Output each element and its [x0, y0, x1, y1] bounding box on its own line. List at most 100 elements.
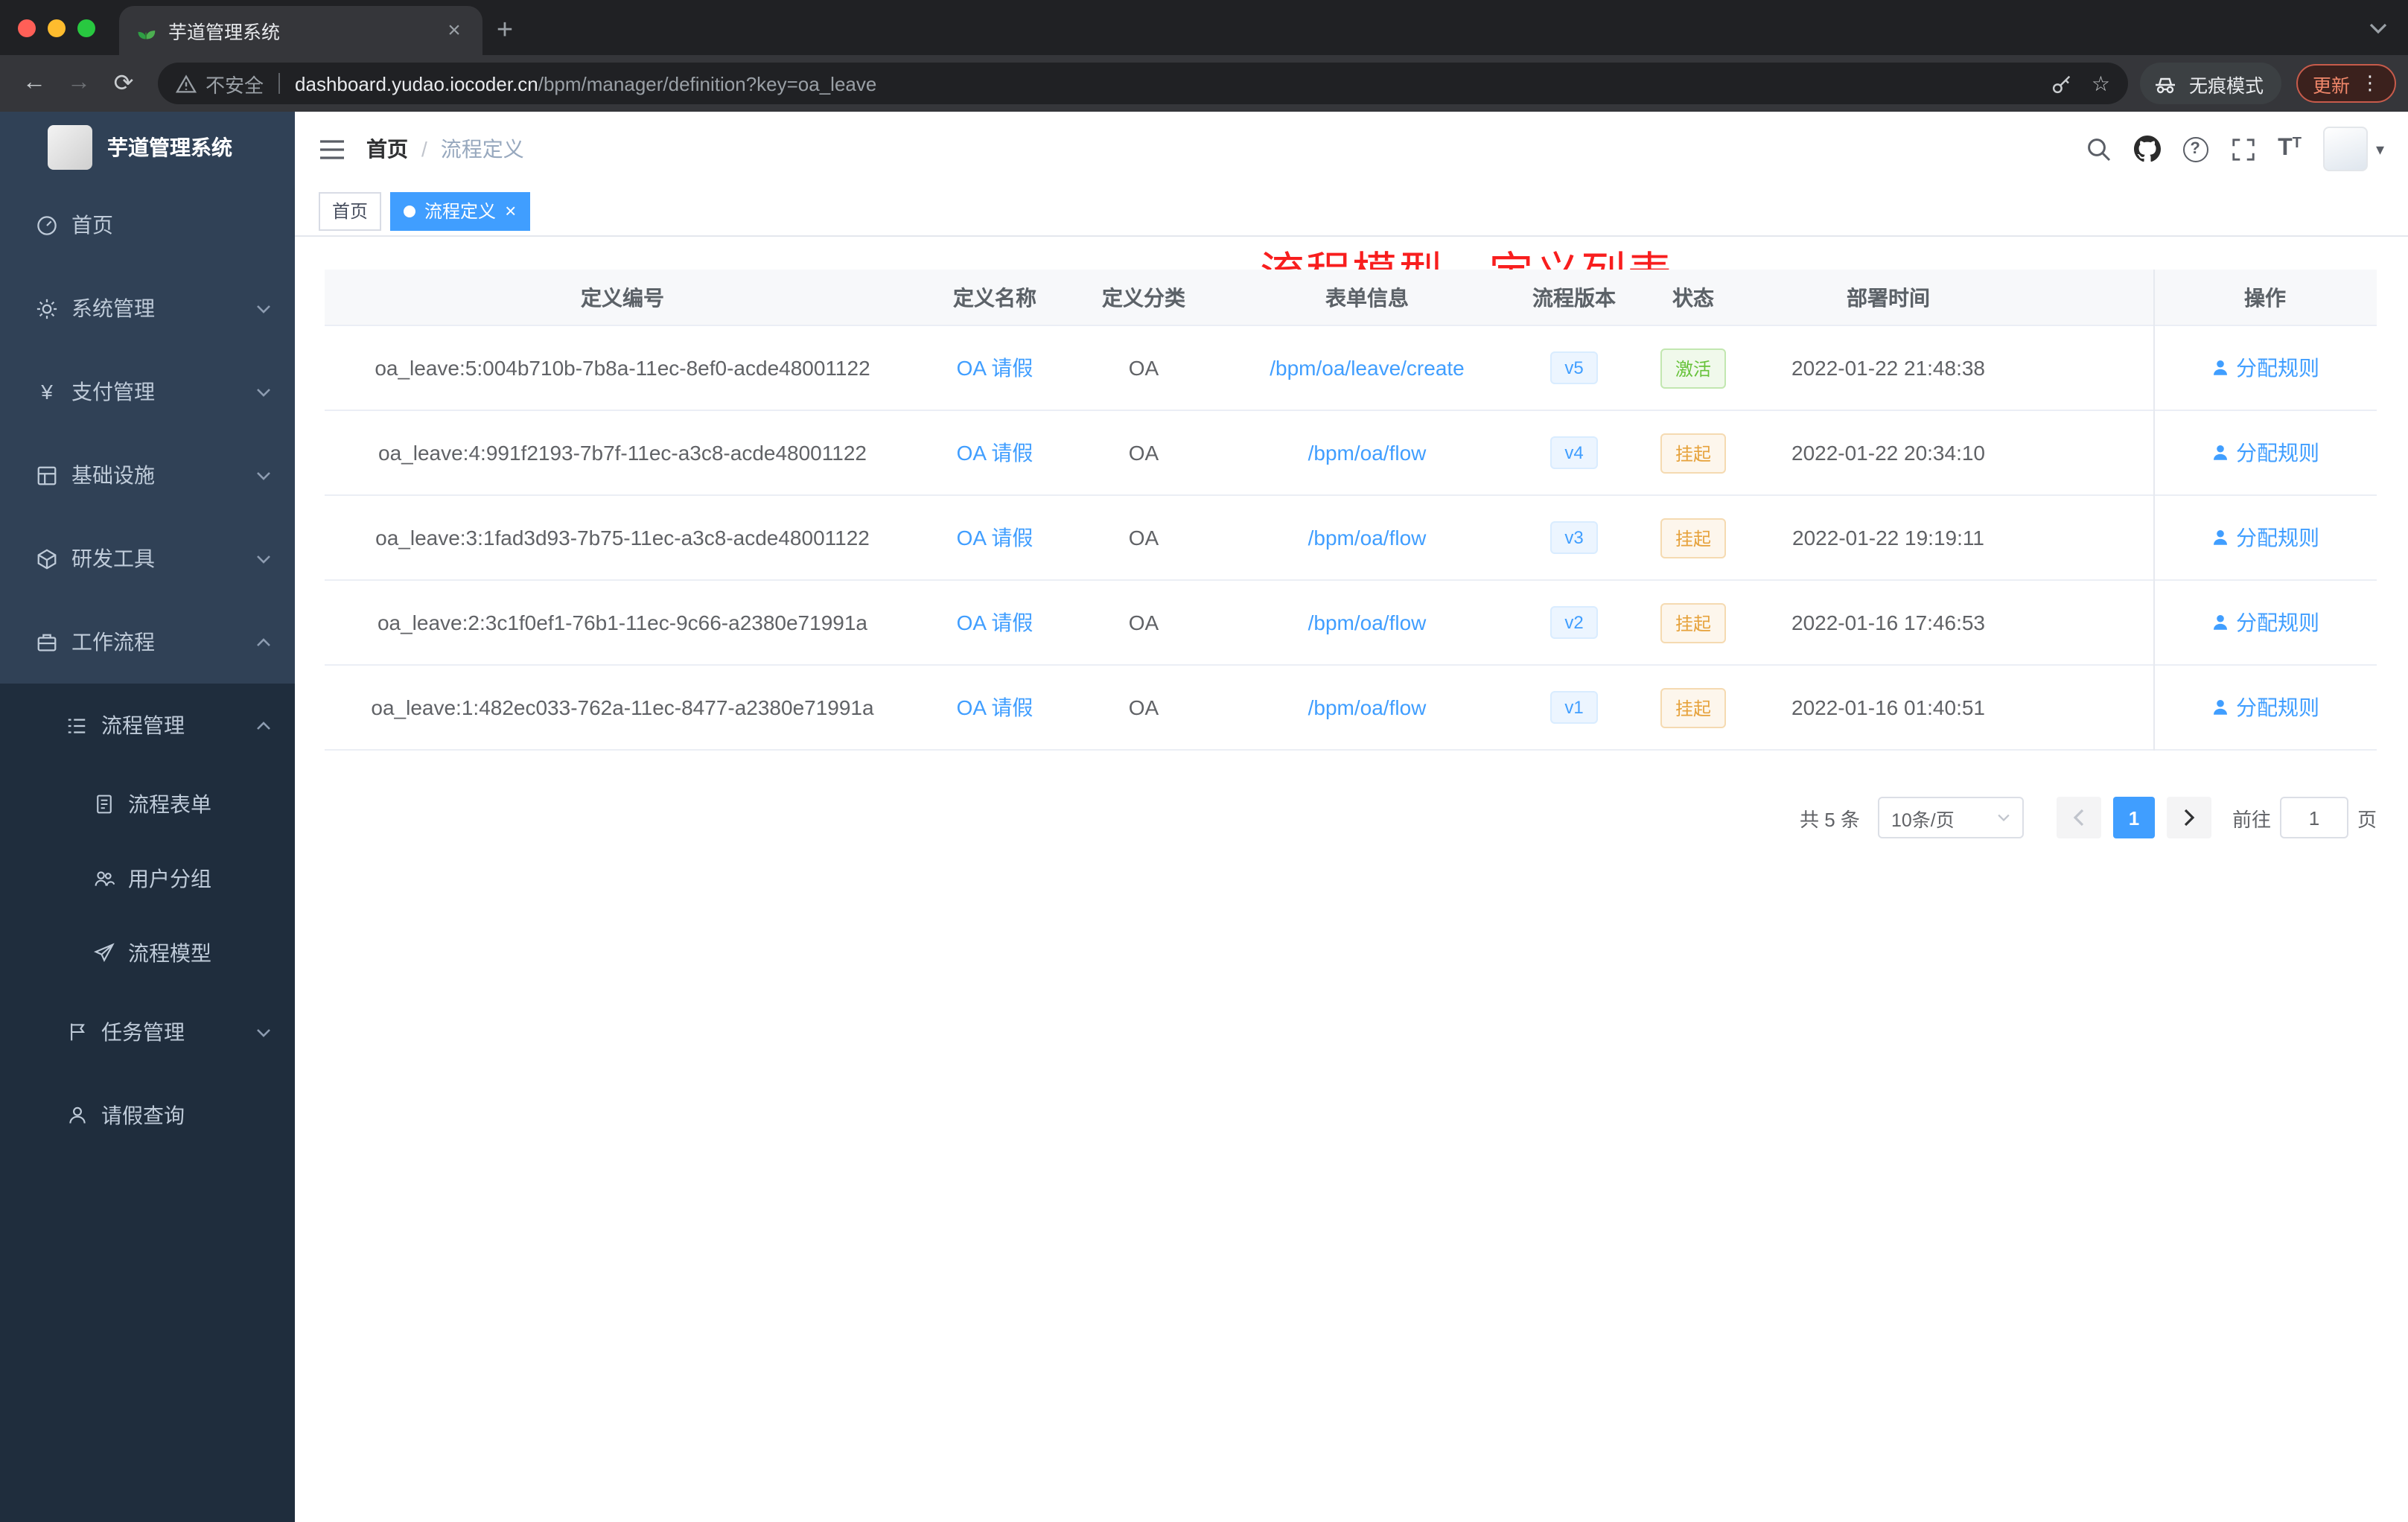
goto-page-input[interactable] — [2279, 797, 2348, 838]
form-link[interactable]: /bpm/oa/flow — [1308, 695, 1427, 719]
browser-toolbar: ← → ⟳ 不安全 dashboard.yudao.iocoder.cn /bp… — [0, 55, 2408, 112]
table-row: oa_leave:4:991f2193-7b7f-11ec-a3c8-acde4… — [325, 411, 2377, 496]
definition-id: oa_leave:3:1fad3d93-7b75-11ec-a3c8-acde4… — [375, 526, 870, 550]
person-icon — [66, 1104, 88, 1127]
status-badge: 挂起 — [1660, 687, 1726, 727]
form-link[interactable]: /bpm/oa/flow — [1308, 611, 1427, 634]
new-tab-button[interactable]: + — [482, 6, 527, 55]
forward-icon[interactable]: → — [57, 61, 101, 106]
table-row: oa_leave:1:482ec033-762a-11ec-8477-a2380… — [325, 666, 2377, 751]
col-header-form-info: 表单信息 — [1325, 285, 1409, 309]
pagination: 共 5 条 10条/页 1 前往 1 页 — [325, 797, 2377, 838]
table-row: oa_leave:3:1fad3d93-7b75-11ec-a3c8-acde4… — [325, 496, 2377, 581]
sidebar-item-process-mgmt[interactable]: 流程管理 — [0, 684, 295, 767]
sidebar-item-system[interactable]: 系统管理 — [0, 267, 295, 350]
browser-tab[interactable]: 芋道管理系统 × — [119, 6, 482, 55]
definition-name-link[interactable]: OA 请假 — [957, 526, 1033, 550]
user-menu[interactable]: ▾ — [2323, 127, 2384, 171]
definition-id: oa_leave:2:3c1f0ef1-76b1-11ec-9c66-a2380… — [377, 611, 867, 634]
tab-search-icon[interactable] — [2369, 22, 2408, 34]
browser-update-button[interactable]: 更新 ⋮ — [2296, 64, 2396, 103]
tag-process-definition[interactable]: 流程定义 × — [390, 191, 530, 230]
sidebar-item-home[interactable]: 首页 — [0, 183, 295, 267]
table-row: oa_leave:5:004b710b-7b8a-11ec-8ef0-acde4… — [325, 326, 2377, 411]
address-divider — [278, 73, 281, 94]
reload-icon[interactable]: ⟳ — [101, 61, 146, 106]
github-icon[interactable] — [2133, 136, 2161, 162]
gear-icon — [36, 297, 58, 319]
breadcrumb-home[interactable]: 首页 — [366, 134, 408, 164]
tab-close-icon[interactable]: × — [441, 17, 468, 44]
chevron-up-icon — [256, 720, 271, 730]
sidebar-item-task-mgmt[interactable]: 任务管理 — [0, 990, 295, 1074]
security-label[interactable]: 不安全 — [206, 69, 264, 98]
password-key-icon[interactable] — [2051, 72, 2074, 95]
chevron-down-icon — [256, 553, 271, 564]
not-secure-warning-icon — [176, 74, 197, 93]
status-badge: 挂起 — [1660, 433, 1726, 473]
sidebar-item-devtools[interactable]: 研发工具 — [0, 517, 295, 600]
definition-name-link[interactable]: OA 请假 — [957, 441, 1033, 465]
tag-home[interactable]: 首页 — [319, 191, 382, 230]
font-size-icon[interactable]: TT — [2278, 136, 2302, 161]
deploy-time: 2022-01-22 19:19:11 — [1792, 526, 1984, 550]
fullscreen-icon[interactable] — [2230, 136, 2255, 162]
close-window-button[interactable] — [18, 19, 36, 36]
definition-name-link[interactable]: OA 请假 — [957, 695, 1033, 719]
tag-close-icon[interactable]: × — [505, 200, 516, 222]
sidebar-item-infra[interactable]: 基础设施 — [0, 433, 295, 517]
yen-icon: ¥ — [41, 380, 53, 404]
table-header-row: 定义编号 定义名称 定义分类 表单信息 流程版本 状态 部署时间 操作 — [325, 270, 2377, 326]
grid-icon — [36, 464, 58, 486]
help-icon[interactable]: ? — [2182, 136, 2208, 162]
sidebar-item-workflow[interactable]: 工作流程 — [0, 600, 295, 684]
assign-rule-link[interactable]: 分配规则 — [2211, 438, 2319, 468]
deploy-time: 2022-01-16 01:40:51 — [1791, 695, 1985, 719]
favicon-icon — [134, 19, 156, 42]
chevron-up-icon — [256, 637, 271, 647]
tab-title: 芋道管理系统 — [168, 22, 281, 43]
form-link[interactable]: /bpm/oa/leave/create — [1270, 356, 1465, 380]
version-badge: v5 — [1549, 351, 1599, 384]
address-bar[interactable]: 不安全 dashboard.yudao.iocoder.cn /bpm/mana… — [158, 63, 2128, 104]
minimize-window-button[interactable] — [48, 19, 66, 36]
sidebar-item-process-form[interactable]: 流程表单 — [0, 767, 295, 841]
definition-id: oa_leave:1:482ec033-762a-11ec-8477-a2380… — [371, 695, 874, 719]
screen: 芋道管理系统 × + ← → ⟳ 不安全 dashboard.yudao.ioc… — [0, 0, 2408, 1522]
avatar[interactable] — [2323, 127, 2369, 171]
sidebar-item-payment[interactable]: ¥ 支付管理 — [0, 350, 295, 433]
prev-page-button[interactable] — [2056, 797, 2101, 838]
sidebar-item-user-group[interactable]: 用户分组 — [0, 841, 295, 916]
sidebar-collapse-icon[interactable] — [319, 138, 345, 160]
page-number-button[interactable]: 1 — [2112, 797, 2155, 838]
browser-menu-icon[interactable]: ⋮ — [2360, 71, 2380, 95]
back-icon[interactable]: ← — [12, 61, 57, 106]
assign-rule-link[interactable]: 分配规则 — [2211, 608, 2319, 637]
assign-rule-link[interactable]: 分配规则 — [2211, 353, 2319, 383]
col-header-version: 流程版本 — [1532, 285, 1616, 309]
definition-table: 定义编号 定义名称 定义分类 表单信息 流程版本 状态 部署时间 操作 oa_l… — [325, 270, 2377, 751]
sidebar-item-leave-query[interactable]: 请假查询 — [0, 1074, 295, 1157]
deploy-time: 2022-01-22 20:34:10 — [1791, 441, 1985, 465]
page-size-select[interactable]: 10条/页 — [1877, 797, 2024, 838]
assign-rule-link[interactable]: 分配规则 — [2211, 692, 2319, 722]
form-link[interactable]: /bpm/oa/flow — [1308, 441, 1427, 465]
definition-name-link[interactable]: OA 请假 — [957, 356, 1033, 380]
browser-tab-bar: 芋道管理系统 × + — [0, 0, 2408, 55]
bookmark-star-icon[interactable]: ☆ — [2092, 71, 2110, 96]
definition-category: OA — [1128, 441, 1159, 465]
breadcrumb-current: 流程定义 — [440, 137, 524, 161]
search-icon[interactable] — [2086, 136, 2111, 162]
url-host: dashboard.yudao.iocoder.cn — [295, 72, 538, 95]
app-logo-row[interactable]: 芋道管理系统 — [0, 112, 295, 183]
zoom-window-button[interactable] — [77, 19, 95, 36]
definition-category: OA — [1128, 611, 1159, 634]
next-page-button[interactable] — [2166, 797, 2211, 838]
definition-name-link[interactable]: OA 请假 — [957, 611, 1033, 634]
assign-rule-link[interactable]: 分配规则 — [2211, 523, 2319, 553]
form-link[interactable]: /bpm/oa/flow — [1308, 526, 1427, 550]
sidebar-item-process-model[interactable]: 流程模型 — [0, 916, 295, 990]
fixed-column-divider — [2153, 270, 2155, 751]
col-header-deploy-time: 部署时间 — [1847, 285, 1930, 309]
chevron-down-icon — [256, 303, 271, 313]
